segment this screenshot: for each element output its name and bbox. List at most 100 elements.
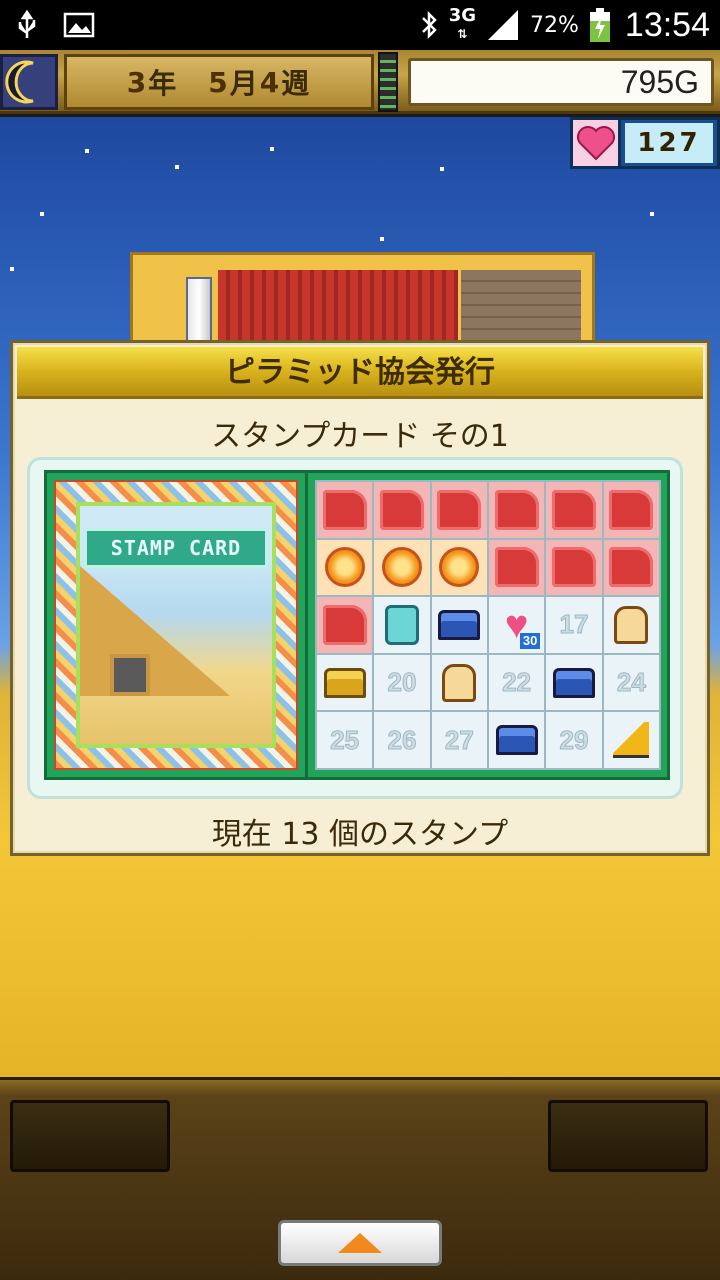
time-of-day[interactable] xyxy=(0,54,58,110)
stamp-card: STAMP CARD ♥ 30 17 20 22 24 25 26 27 29 xyxy=(44,470,670,780)
anubis-stamp-icon xyxy=(609,489,654,530)
flame-stamp-icon xyxy=(324,547,365,588)
reward-cell-chest xyxy=(546,654,602,711)
card-divider xyxy=(305,473,308,777)
treasure-chest-icon xyxy=(438,609,481,640)
reward-cell-pickaxe xyxy=(603,712,659,768)
stamp-cell-number: 29 xyxy=(546,712,602,768)
usb-icon xyxy=(18,9,36,38)
anubis-stamp-icon xyxy=(494,489,539,530)
gold-chest-icon xyxy=(323,667,366,698)
reward-cell-chest xyxy=(488,712,545,768)
star xyxy=(650,212,654,216)
stamp-cell-number: 22 xyxy=(488,654,545,711)
stamp-cell-anubis xyxy=(546,482,602,538)
up-arrow-icon xyxy=(338,1233,382,1253)
stamp-cell-number: 24 xyxy=(603,654,659,711)
stamp-card-panel: ピラミッド協会発行 スタンプカード その1 STAMP CARD ♥ 30 17 20… xyxy=(10,340,710,856)
stamp-cell-number: 27 xyxy=(431,712,487,768)
stamp-cell-anubis xyxy=(488,539,545,596)
anubis-stamp-icon xyxy=(551,489,596,530)
signal-icon xyxy=(488,10,518,40)
anubis-stamp-icon xyxy=(437,489,482,530)
right-slot-button[interactable] xyxy=(548,1100,708,1172)
building-roof xyxy=(218,270,458,350)
stamp-cell-number: 20 xyxy=(374,654,430,711)
flame-stamp-icon xyxy=(439,547,480,588)
card-cover: STAMP CARD xyxy=(54,480,298,770)
left-slot-button[interactable] xyxy=(10,1100,170,1172)
stamp-cell-flame xyxy=(374,539,430,596)
pyramid-door xyxy=(110,654,150,696)
bottom-bar xyxy=(0,1077,720,1280)
bread-icon xyxy=(442,663,477,702)
anubis-stamp-icon xyxy=(551,547,596,588)
year-unit: 年 xyxy=(148,67,179,100)
panel-title: ピラミッド協会発行 xyxy=(17,347,703,399)
stamp-cell-number: 17 xyxy=(546,597,602,653)
reward-cell-gold-chest xyxy=(317,654,373,711)
week-unit: 週 xyxy=(281,67,312,100)
stamp-cell-number: 26 xyxy=(374,712,430,768)
bread-icon xyxy=(614,605,649,644)
stamp-cell-anubis xyxy=(603,539,659,596)
stamp-cell-anubis xyxy=(603,482,659,538)
stamp-cell-anubis xyxy=(317,597,373,653)
stamp-cell-anubis xyxy=(488,482,545,538)
heart-counter: 127 xyxy=(570,117,720,169)
flame-stamp-icon xyxy=(381,547,422,588)
stamp-cell-anubis xyxy=(317,482,373,538)
anubis-stamp-icon xyxy=(322,489,367,530)
reward-cell-chest xyxy=(431,597,487,653)
week-value: 4 xyxy=(259,65,282,99)
heart-reward-badge: 30 xyxy=(519,632,541,649)
clock: 13:54 xyxy=(624,5,710,44)
star xyxy=(175,165,179,169)
card-subtitle: スタンプカード その1 xyxy=(211,419,509,454)
crescent-moon-icon xyxy=(5,60,34,104)
stamp-cell-anubis xyxy=(546,539,602,596)
gold-amount: 795G xyxy=(408,58,714,106)
stamp-cell-flame xyxy=(431,539,487,596)
progress-tower xyxy=(378,52,398,112)
star xyxy=(10,267,14,271)
card-banner: STAMP CARD xyxy=(84,528,268,568)
star xyxy=(85,149,89,153)
anubis-stamp-icon xyxy=(609,547,654,588)
bluetooth-icon xyxy=(421,10,437,40)
status-bar: 3G ⇅ 72% 13:54 xyxy=(0,0,720,50)
treasure-chest-icon xyxy=(552,667,595,698)
stamp-cell-anubis xyxy=(374,482,430,538)
network-type: 3G ⇅ xyxy=(448,5,476,42)
building-wall xyxy=(461,270,581,350)
image-icon xyxy=(63,12,95,38)
reward-cell-heart: ♥ 30 xyxy=(488,597,545,653)
star xyxy=(380,237,384,241)
battery-charging-icon xyxy=(589,8,610,42)
reward-cell-bread xyxy=(431,654,487,711)
reward-cell-bread xyxy=(603,597,659,653)
pyramid-illustration xyxy=(80,566,230,696)
reward-cell-phone xyxy=(374,597,430,653)
sparkle-pickaxe-icon xyxy=(613,722,650,759)
card-picture: STAMP CARD xyxy=(76,502,276,748)
anubis-stamp-icon xyxy=(494,547,539,588)
stamp-count-text: 現在 13 個のスタンプ xyxy=(211,817,509,852)
year-value: 3 xyxy=(126,65,149,99)
stamp-grid: ♥ 30 17 20 22 24 25 26 27 29 xyxy=(315,480,661,770)
heart-icon xyxy=(576,126,615,161)
anubis-stamp-icon xyxy=(322,604,367,645)
heart-count: 127 xyxy=(625,123,713,163)
anubis-stamp-icon xyxy=(379,489,424,530)
star xyxy=(270,147,274,151)
star xyxy=(40,212,44,216)
stamp-cell-number: 25 xyxy=(317,712,373,768)
game-top-bar: 3 年 5 月 4 週 795G xyxy=(0,50,720,114)
star xyxy=(440,167,444,171)
stamp-cell-anubis xyxy=(431,482,487,538)
open-menu-button[interactable] xyxy=(278,1220,442,1266)
battery-percent: 72% xyxy=(530,12,579,38)
phone-icon xyxy=(384,604,419,645)
calendar-date: 3 年 5 月 4 週 xyxy=(64,54,374,110)
month-value: 5 xyxy=(208,65,230,99)
